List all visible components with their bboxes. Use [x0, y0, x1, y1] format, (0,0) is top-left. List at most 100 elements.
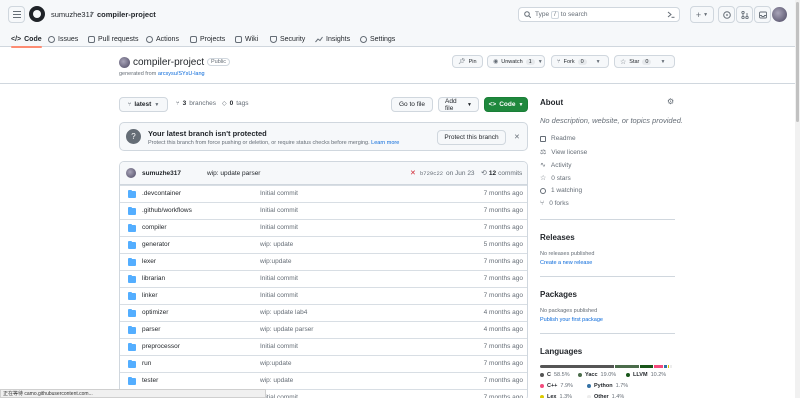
pin-button[interactable]: 📌︎ Pin	[452, 55, 483, 68]
user-avatar[interactable]	[772, 7, 787, 22]
add-file-button[interactable]: Add file ▼	[438, 97, 479, 112]
file-name[interactable]: lexer	[142, 258, 156, 265]
language-item[interactable]: C 58.5%	[540, 372, 570, 378]
file-name[interactable]: .github/workflows	[142, 207, 192, 214]
learn-more-link[interactable]: Learn more	[371, 140, 399, 146]
template-repo-link[interactable]: arcsysu/SYsU-lang	[158, 71, 205, 77]
file-commit-message[interactable]: Initial commit	[260, 224, 298, 231]
owner-avatar[interactable]	[119, 57, 130, 68]
issues-button[interactable]	[718, 6, 735, 23]
search-input[interactable]: Type / to search	[518, 7, 680, 22]
stars-link[interactable]: ☆ 0 stars	[540, 174, 571, 183]
file-name[interactable]: run	[142, 360, 151, 367]
menu-button[interactable]	[8, 6, 25, 23]
readme-link[interactable]: Readme	[540, 135, 576, 142]
language-item[interactable]: Python 1.7%	[587, 383, 628, 389]
fork-button[interactable]: ⑂ Fork 0 ▼	[551, 55, 609, 68]
table-row[interactable]: run wip:update 7 months ago	[120, 355, 527, 372]
notifications-button[interactable]	[754, 6, 771, 23]
breadcrumb-owner[interactable]: sumuzhe317	[51, 10, 94, 19]
branches-link[interactable]: ⑂ 3 branches	[176, 100, 216, 107]
tags-link[interactable]: ◇ 0 tags	[222, 100, 249, 107]
branch-select[interactable]: ⑂ latest ▼	[119, 97, 168, 112]
file-commit-message[interactable]: wip: update parser	[260, 326, 313, 333]
tab-pull-requests[interactable]: Pull requests	[88, 32, 138, 47]
file-commit-message[interactable]: wip:update	[260, 258, 291, 265]
file-commit-message[interactable]: wip: update lab4	[260, 309, 307, 316]
tab-code[interactable]: </> Code	[11, 32, 42, 48]
language-item[interactable]: Other 1.4%	[587, 394, 624, 398]
file-name[interactable]: compiler	[142, 224, 167, 231]
create-new-button[interactable]: + ▼	[690, 6, 714, 23]
tab-issues[interactable]: Issues	[48, 32, 78, 47]
activity-link[interactable]: ∿ Activity	[540, 161, 571, 170]
commit-author-avatar[interactable]	[126, 168, 136, 178]
tab-actions[interactable]: Actions	[146, 32, 179, 47]
code-button[interactable]: <> Code ▼	[484, 97, 528, 112]
table-row[interactable]: parser wip: update parser 4 months ago	[120, 321, 527, 338]
packages-heading[interactable]: Packages	[540, 290, 577, 299]
table-row[interactable]: optimizer wip: update lab4 4 months ago	[120, 304, 527, 321]
releases-heading[interactable]: Releases	[540, 233, 575, 242]
file-name[interactable]: optimizer	[142, 309, 168, 316]
go-to-file-button[interactable]: Go to file	[391, 97, 433, 112]
commits-link[interactable]: ⟲ 12 commits	[481, 169, 522, 178]
forks-link[interactable]: ⑂ 0 forks	[540, 200, 569, 207]
unwatch-button[interactable]: ◉ Unwatch 1 ▼	[487, 55, 545, 68]
language-item[interactable]: Yacc 19.0%	[578, 372, 616, 378]
close-icon[interactable]: ✕	[514, 133, 520, 141]
commit-message[interactable]: wip: update parser	[207, 170, 260, 177]
table-row[interactable]: preprocessor Initial commit 7 months ago	[120, 338, 527, 355]
tab-insights[interactable]: Insights	[315, 32, 350, 47]
file-commit-message[interactable]: wip:update	[260, 360, 291, 367]
table-row[interactable]: .github/workflows Initial commit 7 months …	[120, 202, 527, 219]
tab-wiki[interactable]: Wiki	[235, 32, 258, 47]
file-commit-date: 5 months ago	[483, 241, 523, 248]
language-item[interactable]: Lex 1.3%	[540, 394, 572, 398]
commit-author[interactable]: sumuzhe317	[142, 170, 181, 177]
file-name[interactable]: linker	[142, 292, 158, 299]
star-button[interactable]: ☆ Star 0 ▼	[614, 55, 675, 68]
gear-icon[interactable]: ⚙︎	[667, 97, 674, 106]
table-row[interactable]: lexer wip:update 7 months ago	[120, 253, 527, 270]
table-row[interactable]: tester wip: update 7 months ago	[120, 372, 527, 389]
commit-status-fail-icon[interactable]: ✕	[410, 169, 416, 177]
commit-sha[interactable]: b729c22	[420, 170, 443, 177]
table-row[interactable]: generator wip: update 5 months ago	[120, 236, 527, 253]
github-logo-icon[interactable]	[29, 6, 45, 22]
table-row[interactable]: compiler Initial commit 7 months ago	[120, 219, 527, 236]
command-palette-button[interactable]	[663, 7, 678, 22]
protect-branch-button[interactable]: Protect this branch	[437, 130, 506, 145]
language-item[interactable]: C++ 7.9%	[540, 383, 573, 389]
language-item[interactable]: LLVM 10.2%	[626, 372, 666, 378]
table-row[interactable]: linker Initial commit 7 months ago	[120, 287, 527, 304]
watchers-link[interactable]: 1 watching	[540, 187, 582, 194]
tab-projects[interactable]: Projects	[190, 32, 225, 47]
file-commit-message[interactable]: Initial commit	[260, 343, 298, 350]
tab-settings[interactable]: Settings	[360, 32, 395, 47]
file-commit-message[interactable]: wip: update	[260, 241, 293, 248]
table-row[interactable]: librarian Initial commit 7 months ago	[120, 270, 527, 287]
file-name[interactable]: .devcontainer	[142, 190, 181, 197]
file-commit-message[interactable]: wip: update	[260, 377, 293, 384]
pull-requests-button[interactable]	[736, 6, 753, 23]
file-commit-message[interactable]: Initial commit	[260, 190, 298, 197]
file-commit-date: 7 months ago	[483, 275, 523, 282]
tab-security[interactable]: Security	[270, 32, 305, 47]
breadcrumb-repo[interactable]: compiler-project	[97, 10, 156, 19]
file-name[interactable]: tester	[142, 377, 158, 384]
file-name[interactable]: librarian	[142, 275, 165, 282]
create-release-link[interactable]: Create a new release	[540, 260, 592, 266]
file-commit-message[interactable]: Initial commit	[260, 292, 298, 299]
file-commit-message[interactable]: Initial commit	[260, 207, 298, 214]
publish-package-link[interactable]: Publish your first package	[540, 317, 603, 323]
table-row[interactable]: .devcontainer Initial commit 7 months ago	[120, 185, 527, 202]
file-name[interactable]: preprocessor	[142, 343, 180, 350]
page-scrollbar[interactable]	[795, 0, 800, 398]
file-name[interactable]: generator	[142, 241, 170, 248]
file-commit-message[interactable]: Initial commit	[260, 275, 298, 282]
license-link[interactable]: ⚖︎ View license	[540, 148, 587, 157]
repo-title[interactable]: compiler-project	[133, 57, 204, 68]
tags-label: tags	[236, 100, 249, 107]
file-name[interactable]: parser	[142, 326, 160, 333]
